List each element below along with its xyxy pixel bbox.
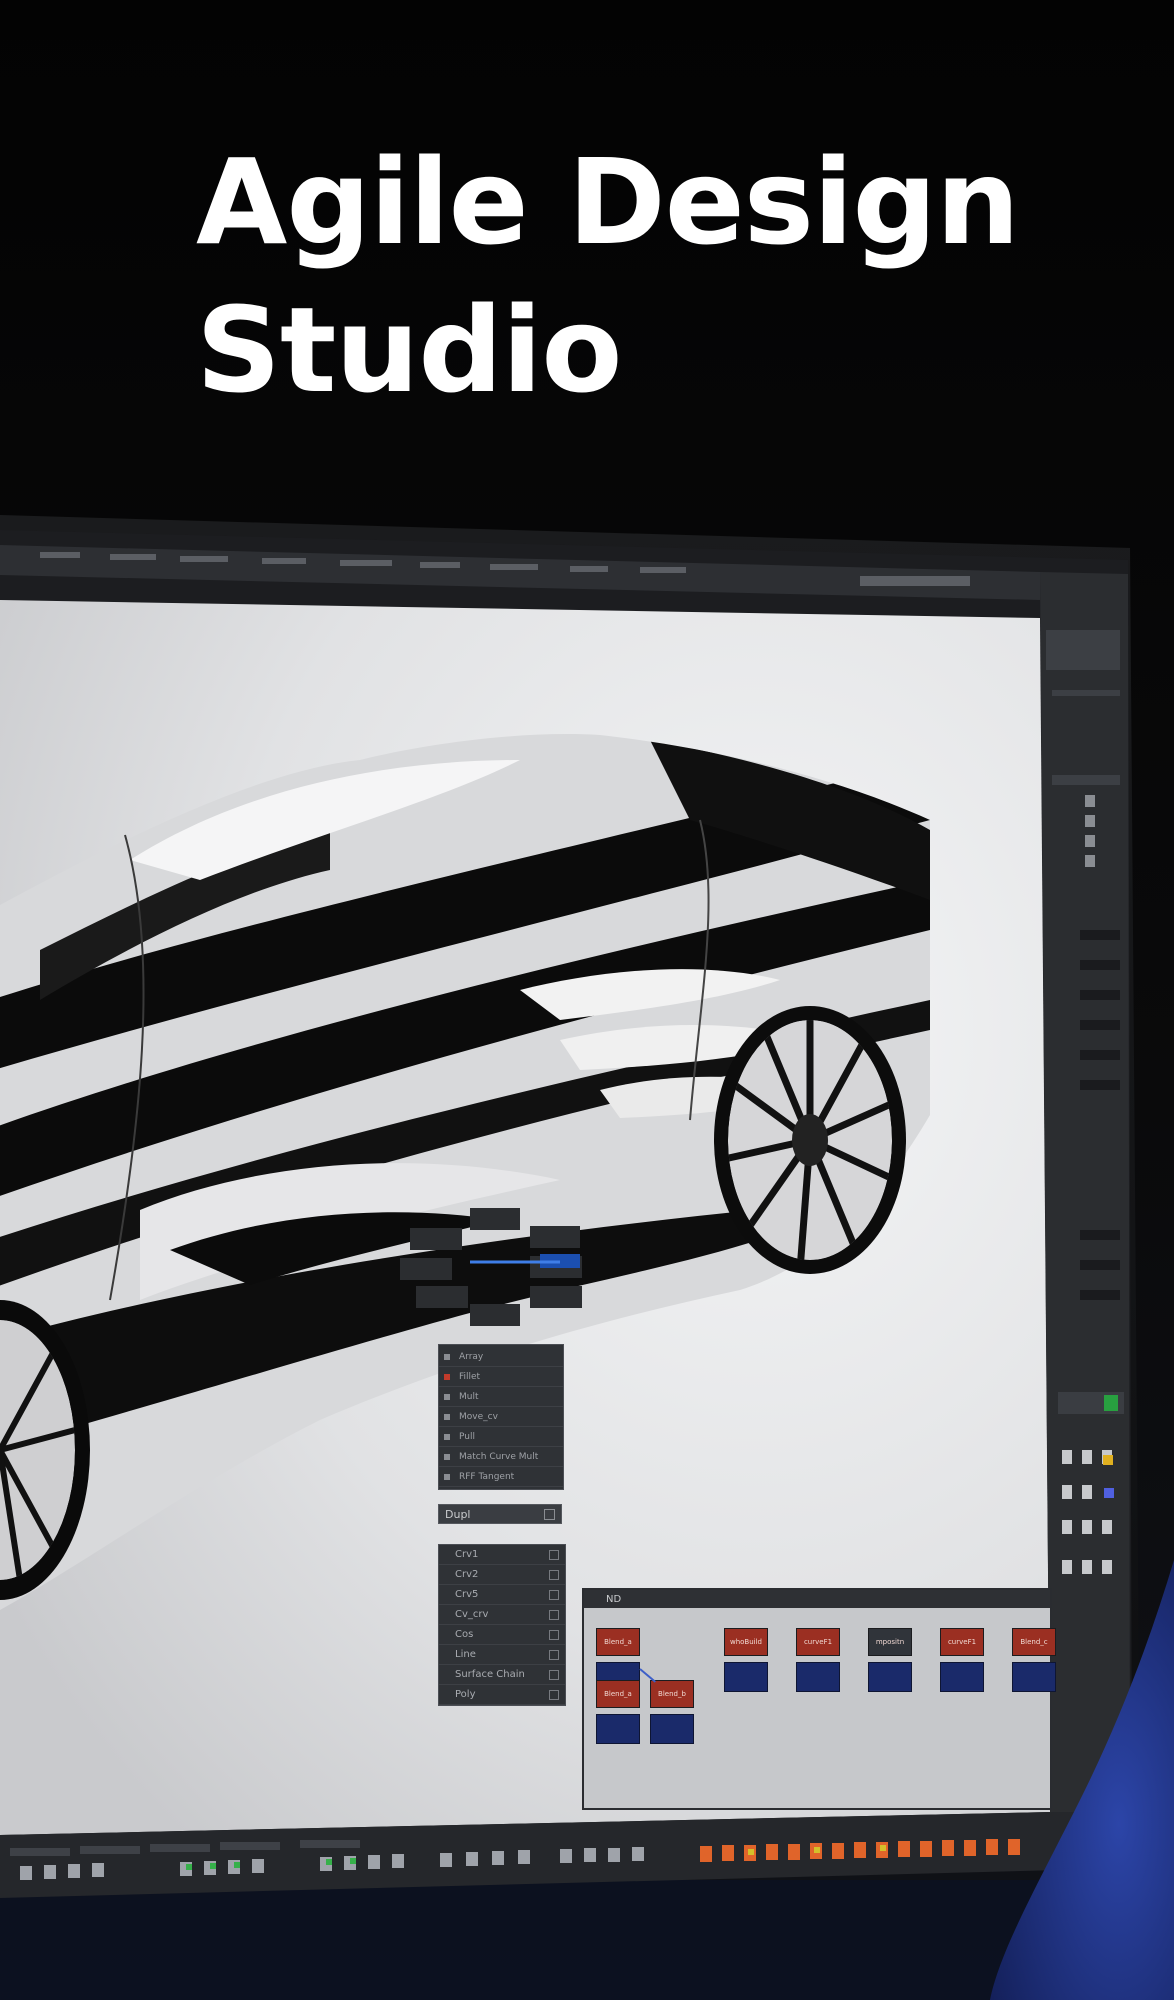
curve-menu-item[interactable]: Cos (439, 1625, 565, 1645)
curve-menu[interactable]: Crv1 Crv2 Crv5 Cv_crv Cos Line Surface Chain Po… (438, 1544, 566, 1706)
graph-node-header[interactable]: curveF1 (796, 1628, 840, 1656)
graph-node-body (596, 1714, 640, 1744)
graph-node-label: Blend_b (658, 1690, 686, 1698)
duplicate-label: Dupl (445, 1507, 471, 1521)
checkbox-icon[interactable] (549, 1569, 559, 1580)
history-menu-item[interactable]: Pull (439, 1427, 563, 1447)
checkbox-icon[interactable] (549, 1609, 559, 1620)
graph-node[interactable]: mpositn (868, 1628, 912, 1692)
curve-menu-item-label: Crv1 (455, 1549, 479, 1560)
curve-menu-item-label: Crv2 (455, 1569, 479, 1580)
graph-node[interactable]: curveF1 (796, 1628, 840, 1692)
curve-menu-item-label: Crv5 (455, 1589, 479, 1600)
graph-node-label: mpositn (875, 1638, 905, 1646)
page-title: Agile Design Studio (196, 128, 1020, 424)
duplicate-panel[interactable]: Dupl (438, 1504, 562, 1524)
history-menu-item[interactable]: Match Curve Mult (439, 1447, 563, 1467)
history-menu-item-label: Pull (459, 1431, 475, 1442)
tool-icon (444, 1373, 450, 1380)
curve-menu-item-label: Surface Chain (455, 1669, 525, 1680)
node-editor-title: ND (606, 1593, 622, 1605)
graph-node-header[interactable]: Blend_c (1012, 1628, 1056, 1656)
page-title-line-2: Studio (196, 281, 622, 419)
graph-node-body (650, 1714, 694, 1744)
tool-icon (444, 1433, 450, 1440)
graph-node-header[interactable]: curveF1 (940, 1628, 984, 1656)
checkbox-icon[interactable] (549, 1629, 559, 1640)
graph-node-body (1012, 1662, 1056, 1692)
curve-menu-item[interactable]: Line (439, 1645, 565, 1665)
graph-node-body (796, 1662, 840, 1692)
graph-node[interactable]: Blend_c (1012, 1628, 1056, 1692)
curve-menu-item-label: Cv_crv (455, 1609, 489, 1620)
curve-menu-item-label: Poly (455, 1689, 476, 1700)
checkbox-icon[interactable] (549, 1689, 559, 1700)
history-menu-item[interactable]: Fillet (439, 1367, 563, 1387)
hero-stage: Array Fillet Mult Move_cv Pull Match Curve Mu… (0, 0, 1174, 2000)
checkbox-icon[interactable] (549, 1649, 559, 1660)
checkbox-icon[interactable] (549, 1549, 559, 1560)
graph-node-label: whoBuild (729, 1638, 763, 1646)
node-editor[interactable]: ND Blend_a Blend_a Blend_b whoBuild curveF1 m… (582, 1588, 1056, 1810)
history-menu-item-label: Array (459, 1351, 484, 1362)
tool-icon (444, 1473, 450, 1480)
history-menu-item[interactable]: RFF Tangent (439, 1467, 563, 1487)
graph-node-body (724, 1662, 768, 1692)
history-menu[interactable]: Array Fillet Mult Move_cv Pull Match Curve Mu… (438, 1344, 564, 1490)
curve-menu-item[interactable]: Cv_crv (439, 1605, 565, 1625)
history-menu-item-label: Fillet (459, 1371, 481, 1382)
checkbox-icon[interactable] (549, 1669, 559, 1680)
curve-menu-item-label: Line (455, 1649, 476, 1660)
graph-node-header[interactable]: Blend_a (596, 1628, 640, 1656)
curve-menu-item[interactable]: Crv5 (439, 1585, 565, 1605)
graph-node-body (868, 1662, 912, 1692)
history-menu-item[interactable]: Move_cv (439, 1407, 563, 1427)
graph-node[interactable]: curveF1 (940, 1628, 984, 1692)
graph-node-header[interactable]: Blend_a (596, 1680, 640, 1708)
checkbox-icon[interactable] (544, 1508, 555, 1520)
curve-menu-item[interactable]: Crv2 (439, 1565, 565, 1585)
tool-icon (444, 1353, 450, 1360)
tool-icon (444, 1453, 450, 1460)
graph-node-label: Blend_a (604, 1690, 632, 1698)
history-menu-item[interactable]: Mult (439, 1387, 563, 1407)
history-menu-item[interactable]: Array (439, 1347, 563, 1367)
page-title-line-1: Agile Design (196, 133, 1020, 271)
graph-connector (639, 1668, 656, 1683)
curve-menu-item[interactable]: Poly (439, 1685, 565, 1705)
graph-node-header[interactable]: Blend_b (650, 1680, 694, 1708)
history-menu-item-label: RFF Tangent (459, 1471, 515, 1482)
graph-node[interactable]: Blend_b (650, 1680, 694, 1744)
curve-menu-item[interactable]: Surface Chain (439, 1665, 565, 1685)
graph-node[interactable]: whoBuild (724, 1628, 768, 1692)
checkbox-icon[interactable] (549, 1589, 559, 1600)
graph-node-label: curveF1 (947, 1638, 977, 1646)
graph-node-label: Blend_c (1020, 1638, 1048, 1646)
node-editor-titlebar[interactable]: ND (584, 1590, 1050, 1608)
graph-node-body (940, 1662, 984, 1692)
curve-menu-item-label: Cos (455, 1629, 474, 1640)
tool-icon (444, 1393, 450, 1400)
history-menu-item-label: Match Curve Mult (459, 1451, 539, 1462)
graph-node-header[interactable]: whoBuild (724, 1628, 768, 1656)
tool-icon (444, 1413, 450, 1420)
graph-node-label: curveF1 (803, 1638, 833, 1646)
graph-node-header[interactable]: mpositn (868, 1628, 912, 1656)
history-menu-item-label: Mult (459, 1391, 479, 1402)
graph-node-label: Blend_a (604, 1638, 632, 1646)
curve-menu-item[interactable]: Crv1 (439, 1545, 565, 1565)
graph-node[interactable]: Blend_a (596, 1680, 640, 1744)
history-menu-item-label: Move_cv (459, 1411, 498, 1422)
